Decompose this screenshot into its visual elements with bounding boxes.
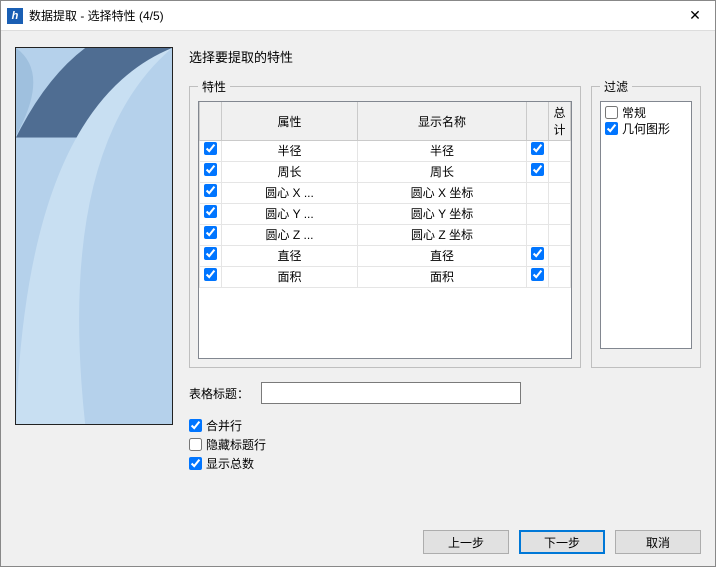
row-sum-spacer — [549, 204, 571, 225]
row-attr: 面积 — [222, 267, 358, 288]
row-attr: 圆心 X ... — [222, 183, 358, 204]
row-include-checkbox[interactable] — [204, 163, 217, 176]
row-sum-checkbox[interactable] — [531, 268, 544, 281]
row-sum-spacer — [549, 183, 571, 204]
properties-table[interactable]: 属性 显示名称 总计 半径半径周长周长圆心 X ...圆心 X 坐标圆心 Y .… — [198, 101, 572, 359]
row-display[interactable]: 半径 — [357, 141, 526, 162]
row-attr: 周长 — [222, 162, 358, 183]
row-include-checkbox[interactable] — [204, 247, 217, 260]
filter-list[interactable]: 常规几何图形 — [600, 101, 692, 349]
col-header-sum[interactable]: 总计 — [549, 102, 571, 141]
instruction-text: 选择要提取的特性 — [189, 47, 701, 66]
table-row[interactable]: 圆心 Z ...圆心 Z 坐标 — [200, 225, 571, 246]
wizard-preview-image — [15, 47, 173, 425]
filter-legend: 过滤 — [600, 78, 632, 95]
row-display[interactable]: 圆心 Y 坐标 — [357, 204, 526, 225]
row-include-checkbox[interactable] — [204, 142, 217, 155]
row-display[interactable]: 周长 — [357, 162, 526, 183]
filter-label: 几何图形 — [622, 120, 670, 137]
table-row[interactable]: 直径直径 — [200, 246, 571, 267]
row-display[interactable]: 面积 — [357, 267, 526, 288]
cancel-button[interactable]: 取消 — [615, 530, 701, 554]
merge-rows-checkbox[interactable] — [189, 419, 202, 432]
back-button[interactable]: 上一步 — [423, 530, 509, 554]
col-header-select[interactable] — [200, 102, 222, 141]
row-display[interactable]: 圆心 X 坐标 — [357, 183, 526, 204]
properties-legend: 特性 — [198, 78, 230, 95]
table-row[interactable]: 圆心 Y ...圆心 Y 坐标 — [200, 204, 571, 225]
filter-label: 常规 — [622, 104, 646, 121]
row-include-checkbox[interactable] — [204, 268, 217, 281]
row-sum-spacer — [549, 246, 571, 267]
filter-checkbox[interactable] — [605, 122, 618, 135]
next-button[interactable]: 下一步 — [519, 530, 605, 554]
table-row[interactable]: 面积面积 — [200, 267, 571, 288]
row-include-checkbox[interactable] — [204, 226, 217, 239]
col-header-sum-check[interactable] — [527, 102, 549, 141]
table-row[interactable]: 周长周长 — [200, 162, 571, 183]
col-header-attr[interactable]: 属性 — [222, 102, 358, 141]
row-sum-spacer — [549, 225, 571, 246]
row-attr: 半径 — [222, 141, 358, 162]
row-include-checkbox[interactable] — [204, 205, 217, 218]
title-bar: h 数据提取 - 选择特性 (4/5) ✕ — [1, 1, 715, 31]
row-attr: 圆心 Y ... — [222, 204, 358, 225]
row-sum-spacer — [549, 267, 571, 288]
table-row[interactable]: 半径半径 — [200, 141, 571, 162]
table-title-input[interactable] — [261, 382, 521, 404]
row-include-checkbox[interactable] — [204, 184, 217, 197]
close-button[interactable]: ✕ — [675, 1, 715, 31]
filter-group: 过滤 常规几何图形 — [591, 78, 701, 368]
filter-item[interactable]: 常规 — [605, 104, 687, 120]
merge-rows-option[interactable]: 合并行 — [189, 416, 701, 435]
hide-header-checkbox[interactable] — [189, 438, 202, 451]
row-attr: 直径 — [222, 246, 358, 267]
row-sum-checkbox[interactable] — [531, 142, 544, 155]
table-title-label: 表格标题： — [189, 385, 249, 402]
filter-item[interactable]: 几何图形 — [605, 120, 687, 136]
row-sum-spacer — [549, 162, 571, 183]
row-display[interactable]: 直径 — [357, 246, 526, 267]
row-sum-checkbox[interactable] — [531, 163, 544, 176]
app-icon: h — [7, 8, 23, 24]
filter-checkbox[interactable] — [605, 106, 618, 119]
row-sum-checkbox[interactable] — [531, 247, 544, 260]
col-header-display[interactable]: 显示名称 — [357, 102, 526, 141]
show-sum-checkbox[interactable] — [189, 457, 202, 470]
row-attr: 圆心 Z ... — [222, 225, 358, 246]
window-title: 数据提取 - 选择特性 (4/5) — [29, 7, 675, 24]
hide-header-option[interactable]: 隐藏标题行 — [189, 435, 701, 454]
show-sum-option[interactable]: 显示总数 — [189, 454, 701, 473]
table-row[interactable]: 圆心 X ...圆心 X 坐标 — [200, 183, 571, 204]
row-display[interactable]: 圆心 Z 坐标 — [357, 225, 526, 246]
row-sum-spacer — [549, 141, 571, 162]
properties-group: 特性 属性 显示名称 总计 半径半径周长周长圆心 X ... — [189, 78, 581, 368]
